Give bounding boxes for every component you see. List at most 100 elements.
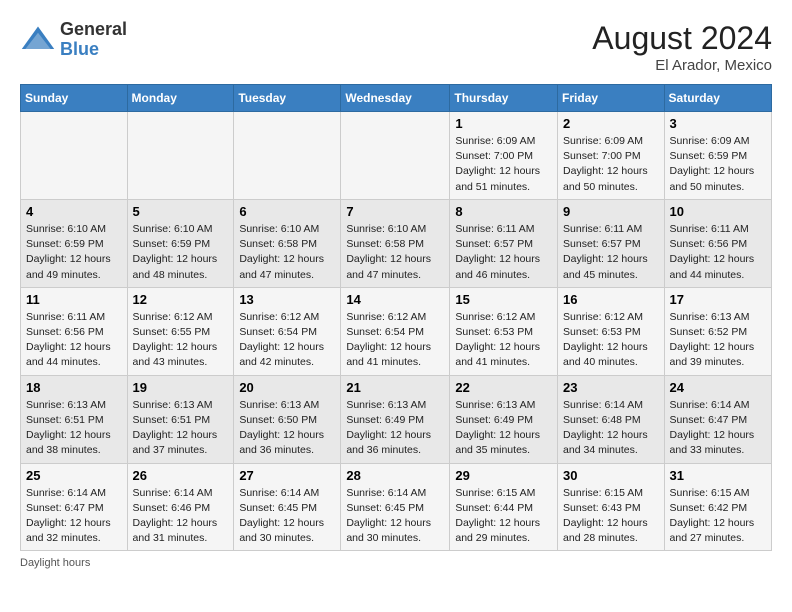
header-row: Sunday Monday Tuesday Wednesday Thursday… bbox=[21, 85, 772, 112]
calendar-cell: 10Sunrise: 6:11 AMSunset: 6:56 PMDayligh… bbox=[664, 199, 771, 287]
day-number: 6 bbox=[239, 204, 335, 219]
logo: General Blue bbox=[20, 20, 127, 60]
day-info: Sunrise: 6:10 AMSunset: 6:58 PMDaylight:… bbox=[239, 223, 324, 281]
location: El Arador, Mexico bbox=[592, 57, 772, 74]
day-info: Sunrise: 6:12 AMSunset: 6:54 PMDaylight:… bbox=[239, 311, 324, 369]
day-number: 7 bbox=[346, 204, 444, 219]
day-number: 2 bbox=[563, 116, 659, 131]
logo-icon bbox=[20, 22, 56, 58]
calendar-cell: 14Sunrise: 6:12 AMSunset: 6:54 PMDayligh… bbox=[341, 287, 450, 375]
logo-general: General bbox=[60, 19, 127, 39]
day-info: Sunrise: 6:13 AMSunset: 6:49 PMDaylight:… bbox=[455, 399, 540, 457]
day-number: 4 bbox=[26, 204, 122, 219]
calendar-cell: 15 Sunrise: 6:12 AMSunset: 6:53 PMDayligh… bbox=[450, 287, 558, 375]
day-number: 15 bbox=[455, 292, 552, 307]
calendar-cell bbox=[127, 112, 234, 200]
calendar-cell: 2 Sunrise: 6:09 AMSunset: 7:00 PMDaylight… bbox=[558, 112, 665, 200]
calendar-cell: 22 Sunrise: 6:13 AMSunset: 6:49 PMDayligh… bbox=[450, 375, 558, 463]
day-info: Sunrise: 6:09 AMSunset: 7:00 PMDaylight:… bbox=[563, 135, 648, 193]
day-number: 22 bbox=[455, 380, 552, 395]
month-year: August 2024 bbox=[592, 20, 772, 57]
day-number: 24 bbox=[670, 380, 766, 395]
calendar-cell: 7Sunrise: 6:10 AMSunset: 6:58 PMDaylight… bbox=[341, 199, 450, 287]
logo-blue: Blue bbox=[60, 39, 99, 59]
col-monday: Monday bbox=[127, 85, 234, 112]
calendar-cell bbox=[234, 112, 341, 200]
day-info: Sunrise: 6:14 AMSunset: 6:46 PMDaylight:… bbox=[133, 487, 218, 545]
day-info: Sunrise: 6:15 AMSunset: 6:42 PMDaylight:… bbox=[670, 487, 755, 545]
day-number: 20 bbox=[239, 380, 335, 395]
day-info: Sunrise: 6:14 AMSunset: 6:47 PMDaylight:… bbox=[670, 399, 755, 457]
calendar-week-5: 25Sunrise: 6:14 AMSunset: 6:47 PMDayligh… bbox=[21, 463, 772, 551]
day-info: Sunrise: 6:15 AMSunset: 6:43 PMDaylight:… bbox=[563, 487, 648, 545]
day-info: Sunrise: 6:11 AMSunset: 6:57 PMDaylight:… bbox=[563, 223, 648, 281]
col-tuesday: Tuesday bbox=[234, 85, 341, 112]
calendar-cell: 29 Sunrise: 6:15 AMSunset: 6:44 PMDayligh… bbox=[450, 463, 558, 551]
calendar-cell: 6 Sunrise: 6:10 AMSunset: 6:58 PMDaylight… bbox=[234, 199, 341, 287]
calendar-cell: 3 Sunrise: 6:09 AMSunset: 6:59 PMDaylight… bbox=[664, 112, 771, 200]
day-number: 17 bbox=[670, 292, 766, 307]
calendar-header: Sunday Monday Tuesday Wednesday Thursday… bbox=[21, 85, 772, 112]
calendar-cell: 20 Sunrise: 6:13 AMSunset: 6:50 PMDayligh… bbox=[234, 375, 341, 463]
day-number: 14 bbox=[346, 292, 444, 307]
calendar-cell: 21Sunrise: 6:13 AMSunset: 6:49 PMDayligh… bbox=[341, 375, 450, 463]
calendar-cell: 23 Sunrise: 6:14 AMSunset: 6:48 PMDayligh… bbox=[558, 375, 665, 463]
logo-text: General Blue bbox=[60, 20, 127, 60]
calendar-cell: 31 Sunrise: 6:15 AMSunset: 6:42 PMDayligh… bbox=[664, 463, 771, 551]
calendar-cell: 11Sunrise: 6:11 AMSunset: 6:56 PMDayligh… bbox=[21, 287, 128, 375]
day-number: 25 bbox=[26, 468, 122, 483]
day-number: 5 bbox=[133, 204, 229, 219]
col-friday: Friday bbox=[558, 85, 665, 112]
calendar-cell: 9 Sunrise: 6:11 AMSunset: 6:57 PMDaylight… bbox=[558, 199, 665, 287]
day-info: Sunrise: 6:12 AMSunset: 6:53 PMDaylight:… bbox=[563, 311, 648, 369]
calendar-body: 1 Sunrise: 6:09 AMSunset: 7:00 PMDaylight… bbox=[21, 112, 772, 551]
day-info: Sunrise: 6:13 AMSunset: 6:50 PMDaylight:… bbox=[239, 399, 324, 457]
day-info: Sunrise: 6:10 AMSunset: 6:59 PMDaylight:… bbox=[26, 223, 111, 281]
day-number: 8 bbox=[455, 204, 552, 219]
calendar-cell: 12 Sunrise: 6:12 AMSunset: 6:55 PMDayligh… bbox=[127, 287, 234, 375]
day-number: 26 bbox=[133, 468, 229, 483]
calendar-cell: 28Sunrise: 6:14 AMSunset: 6:45 PMDayligh… bbox=[341, 463, 450, 551]
calendar-cell: 5Sunrise: 6:10 AMSunset: 6:59 PMDaylight… bbox=[127, 199, 234, 287]
col-sunday: Sunday bbox=[21, 85, 128, 112]
calendar-cell bbox=[341, 112, 450, 200]
day-number: 19 bbox=[133, 380, 229, 395]
calendar-cell: 17 Sunrise: 6:13 AMSunset: 6:52 PMDayligh… bbox=[664, 287, 771, 375]
calendar-cell: 25Sunrise: 6:14 AMSunset: 6:47 PMDayligh… bbox=[21, 463, 128, 551]
day-info: Sunrise: 6:15 AMSunset: 6:44 PMDaylight:… bbox=[455, 487, 540, 545]
day-info: Sunrise: 6:14 AMSunset: 6:45 PMDaylight:… bbox=[346, 487, 431, 545]
calendar-cell: 24 Sunrise: 6:14 AMSunset: 6:47 PMDayligh… bbox=[664, 375, 771, 463]
day-info: Sunrise: 6:14 AMSunset: 6:45 PMDaylight:… bbox=[239, 487, 324, 545]
calendar-week-1: 1 Sunrise: 6:09 AMSunset: 7:00 PMDaylight… bbox=[21, 112, 772, 200]
calendar-cell: 27Sunrise: 6:14 AMSunset: 6:45 PMDayligh… bbox=[234, 463, 341, 551]
day-info: Sunrise: 6:09 AMSunset: 6:59 PMDaylight:… bbox=[670, 135, 755, 193]
day-number: 31 bbox=[670, 468, 766, 483]
calendar-cell: 30Sunrise: 6:15 AMSunset: 6:43 PMDayligh… bbox=[558, 463, 665, 551]
day-number: 3 bbox=[670, 116, 766, 131]
calendar-table: Sunday Monday Tuesday Wednesday Thursday… bbox=[20, 84, 772, 551]
footer-note: Daylight hours bbox=[20, 557, 772, 569]
calendar-week-2: 4 Sunrise: 6:10 AMSunset: 6:59 PMDaylight… bbox=[21, 199, 772, 287]
calendar-cell: 1Sunrise: 6:09 AMSunset: 7:00 PMDaylight… bbox=[450, 112, 558, 200]
col-saturday: Saturday bbox=[664, 85, 771, 112]
day-info: Sunrise: 6:11 AMSunset: 6:57 PMDaylight:… bbox=[455, 223, 540, 281]
day-number: 10 bbox=[670, 204, 766, 219]
day-info: Sunrise: 6:14 AMSunset: 6:48 PMDaylight:… bbox=[563, 399, 648, 457]
day-number: 23 bbox=[563, 380, 659, 395]
calendar-week-4: 18Sunrise: 6:13 AMSunset: 6:51 PMDayligh… bbox=[21, 375, 772, 463]
day-info: Sunrise: 6:13 AMSunset: 6:52 PMDaylight:… bbox=[670, 311, 755, 369]
day-number: 9 bbox=[563, 204, 659, 219]
calendar-cell: 4 Sunrise: 6:10 AMSunset: 6:59 PMDaylight… bbox=[21, 199, 128, 287]
calendar-cell bbox=[21, 112, 128, 200]
day-number: 29 bbox=[455, 468, 552, 483]
day-number: 12 bbox=[133, 292, 229, 307]
day-info: Sunrise: 6:11 AMSunset: 6:56 PMDaylight:… bbox=[26, 311, 111, 369]
day-info: Sunrise: 6:12 AMSunset: 6:53 PMDaylight:… bbox=[455, 311, 540, 369]
day-info: Sunrise: 6:12 AMSunset: 6:55 PMDaylight:… bbox=[133, 311, 218, 369]
day-number: 1 bbox=[455, 116, 552, 131]
calendar-cell: 19Sunrise: 6:13 AMSunset: 6:51 PMDayligh… bbox=[127, 375, 234, 463]
col-wednesday: Wednesday bbox=[341, 85, 450, 112]
title-block: August 2024 El Arador, Mexico bbox=[592, 20, 772, 74]
calendar-cell: 16Sunrise: 6:12 AMSunset: 6:53 PMDayligh… bbox=[558, 287, 665, 375]
day-number: 21 bbox=[346, 380, 444, 395]
